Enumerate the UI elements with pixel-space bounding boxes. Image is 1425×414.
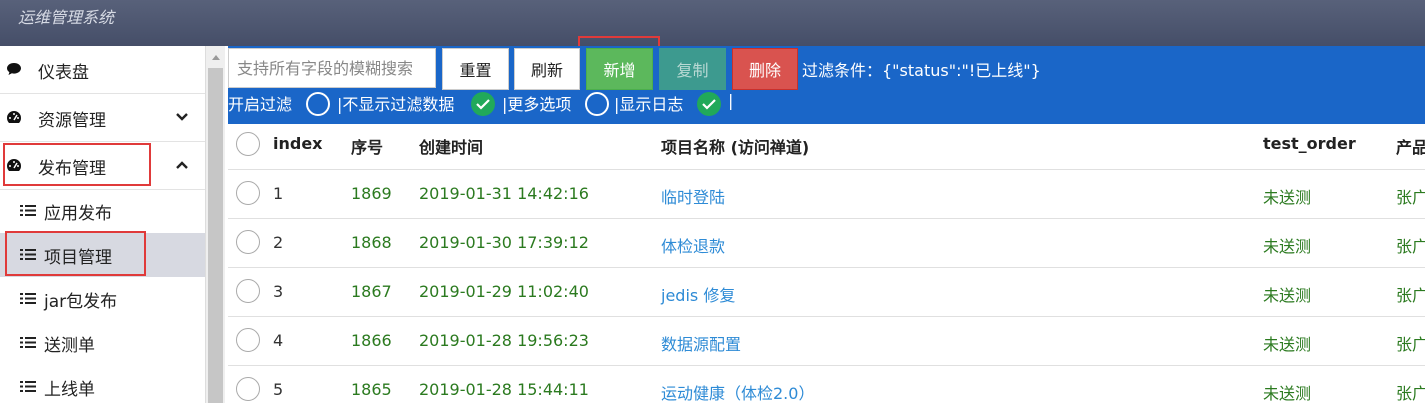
delete-button[interactable]: 删除 <box>732 48 798 90</box>
list-icon <box>20 293 36 304</box>
filter-condition: 过滤条件：{"status":"!已上线"} <box>802 61 1041 80</box>
cell-project-link[interactable]: jedis 修复 <box>661 282 735 306</box>
cell-test-order: 未送测 <box>1263 384 1312 403</box>
cell-test-order: 未送测 <box>1263 188 1312 207</box>
table-row[interactable]: 4 1866 2019-01-28 19:56:23 数据源配置 未送测 张广 <box>228 316 1425 365</box>
cell-test-order: 未送测 <box>1263 286 1312 305</box>
row-checkbox[interactable] <box>236 279 260 303</box>
table-row[interactable]: 2 1868 2019-01-30 17:39:12 体检退款 未送测 张广 <box>228 218 1425 267</box>
app-title: 运维管理系统 <box>18 8 115 27</box>
comment-icon <box>7 63 21 75</box>
table-row[interactable]: 5 1865 2019-01-28 15:44:11 运动健康（体检2.0） 未… <box>228 365 1425 414</box>
sidebar-subitem-jar-release[interactable]: jar包发布 <box>0 277 205 321</box>
scroll-up-arrow-icon[interactable] <box>212 55 220 60</box>
row-checkbox[interactable] <box>236 377 260 401</box>
cell-index: 3 <box>273 282 284 301</box>
app-header: 运维管理系统 <box>0 0 1425 46</box>
sidebar-subitem-app-release[interactable]: 应用发布 <box>0 189 205 233</box>
cell-created: 2019-01-30 17:39:12 <box>419 233 589 252</box>
cell-project-link[interactable]: 数据源配置 <box>661 331 741 355</box>
cell-project-link[interactable]: 运动健康（体检2.0） <box>661 380 814 404</box>
hide-filtered-label: |不显示过滤数据 <box>337 95 455 114</box>
row-checkbox[interactable] <box>236 230 260 254</box>
row-checkbox[interactable] <box>236 181 260 205</box>
cell-index: 2 <box>273 233 284 252</box>
header-index[interactable]: index <box>273 134 323 153</box>
sidebar-subitem-label: jar包发布 <box>44 292 118 312</box>
sidebar-subitem-online-order[interactable]: 上线单 <box>0 365 205 409</box>
row-checkbox[interactable] <box>236 328 260 352</box>
highlight-box-release <box>3 143 151 186</box>
sidebar-item-dashboard[interactable]: 仪表盘 <box>0 46 205 94</box>
cell-seq: 1868 <box>351 233 392 252</box>
data-table: index 序号 创建时间 项目名称 (访问禅道) test_order 产品 … <box>228 124 1425 403</box>
add-button[interactable]: 新增 <box>586 48 653 90</box>
sidebar-item-label: 仪表盘 <box>38 63 89 83</box>
sidebar: 仪表盘 资源管理 发布管理 应用发布 项目管理 jar包发布 送测单 上线单 <box>0 46 205 403</box>
sidebar-subitem-label: 送测单 <box>44 336 95 356</box>
sidebar-subitem-label: 上线单 <box>44 380 95 400</box>
cell-seq: 1869 <box>351 184 392 203</box>
chevron-up-icon <box>176 161 188 169</box>
cell-seq: 1867 <box>351 282 392 301</box>
dashboard-icon <box>7 111 22 123</box>
show-log-toggle[interactable] <box>697 92 721 116</box>
sidebar-item-label: 资源管理 <box>38 111 106 131</box>
sidebar-scrollbar[interactable] <box>205 46 225 403</box>
enable-filter-toggle[interactable] <box>306 92 330 116</box>
scrollbar-thumb[interactable] <box>208 68 223 403</box>
list-icon <box>20 381 36 392</box>
cell-created: 2019-01-28 15:44:11 <box>419 380 589 399</box>
refresh-button[interactable]: 刷新 <box>514 48 580 90</box>
cell-product: 张广 <box>1396 384 1425 403</box>
options-end-separator: | <box>728 91 734 110</box>
copy-button[interactable]: 复制 <box>659 48 726 90</box>
cell-index: 4 <box>273 331 284 350</box>
cell-project-link[interactable]: 临时登陆 <box>661 184 725 208</box>
table-header-row: index 序号 创建时间 项目名称 (访问禅道) test_order 产品 <box>228 124 1425 169</box>
cell-test-order: 未送测 <box>1263 335 1312 354</box>
header-test-order[interactable]: test_order <box>1263 134 1356 153</box>
list-icon <box>20 205 36 216</box>
header-created[interactable]: 创建时间 <box>419 134 483 158</box>
cell-seq: 1865 <box>351 380 392 399</box>
cell-created: 2019-01-31 14:42:16 <box>419 184 589 203</box>
reset-button[interactable]: 重置 <box>442 48 509 90</box>
sidebar-subitem-label: 应用发布 <box>44 204 112 224</box>
hide-filtered-toggle[interactable] <box>471 92 495 116</box>
cell-product: 张广 <box>1396 188 1425 207</box>
more-options-label: |更多选项 <box>502 95 572 114</box>
select-all-checkbox[interactable] <box>236 132 260 156</box>
chevron-down-icon <box>176 113 188 121</box>
enable-filter-label: 开启过滤 <box>228 95 293 114</box>
check-icon <box>476 99 490 110</box>
show-log-label: |显示日志 <box>614 95 684 114</box>
cell-project-link[interactable]: 体检退款 <box>661 233 725 257</box>
cell-product: 张广 <box>1396 335 1425 354</box>
list-icon <box>20 337 36 348</box>
cell-created: 2019-01-28 19:56:23 <box>419 331 589 350</box>
header-seq[interactable]: 序号 <box>351 134 383 158</box>
check-icon <box>702 99 716 110</box>
cell-product: 张广 <box>1396 237 1425 256</box>
more-options-toggle[interactable] <box>585 92 609 116</box>
sidebar-subitem-test-order[interactable]: 送测单 <box>0 321 205 365</box>
search-input[interactable] <box>228 48 436 88</box>
cell-test-order: 未送测 <box>1263 237 1312 256</box>
header-product[interactable]: 产品 <box>1396 134 1425 158</box>
cell-index: 5 <box>273 380 284 399</box>
cell-created: 2019-01-29 11:02:40 <box>419 282 589 301</box>
table-row[interactable]: 1 1869 2019-01-31 14:42:16 临时登陆 未送测 张广 <box>228 169 1425 218</box>
cell-seq: 1866 <box>351 331 392 350</box>
sidebar-item-resources[interactable]: 资源管理 <box>0 94 205 142</box>
table-row[interactable]: 3 1867 2019-01-29 11:02:40 jedis 修复 未送测 … <box>228 267 1425 316</box>
highlight-box-project <box>5 231 146 276</box>
cell-product: 张广 <box>1396 286 1425 305</box>
header-project-name[interactable]: 项目名称 (访问禅道) <box>661 134 809 158</box>
cell-index: 1 <box>273 184 284 203</box>
